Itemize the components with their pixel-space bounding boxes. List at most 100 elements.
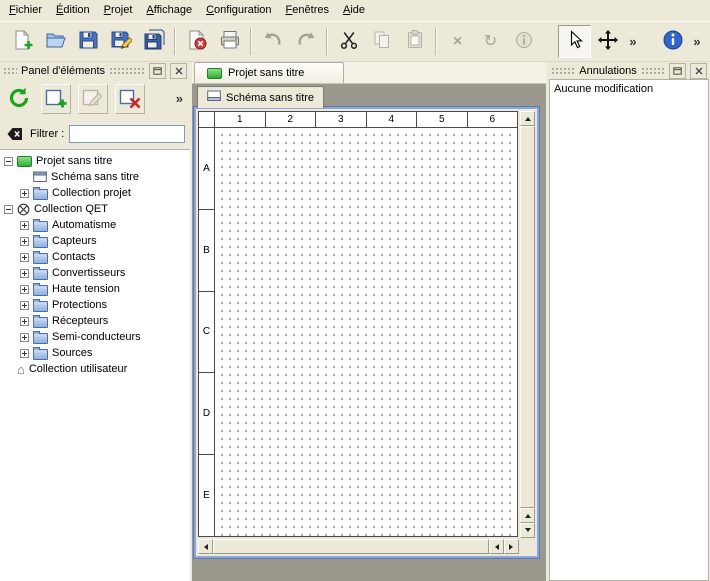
scroll-left-button-2[interactable]: [489, 539, 504, 554]
tree-item-collection-projet[interactable]: Collection projet: [0, 185, 190, 201]
vertical-scrollbar[interactable]: [520, 111, 535, 538]
delete-button[interactable]: ×: [441, 25, 474, 58]
tree-item-convertisseurs[interactable]: Convertisseurs: [0, 265, 190, 281]
dock-float-button[interactable]: [149, 63, 166, 79]
tree-item-collection-utilisateur[interactable]: ⌂ Collection utilisateur: [0, 361, 190, 377]
cut-button[interactable]: [332, 25, 365, 58]
tree-item-sources[interactable]: Sources: [0, 345, 190, 361]
expand-toggle-icon[interactable]: [20, 349, 29, 358]
tab-schema[interactable]: Schéma sans titre: [197, 86, 324, 108]
expand-toggle-icon[interactable]: [20, 301, 29, 310]
reload-collections-button[interactable]: [4, 84, 34, 114]
close-project-button[interactable]: [180, 25, 213, 58]
expand-toggle-icon[interactable]: [20, 317, 29, 326]
qet-collection-icon: [17, 203, 30, 216]
close-icon: [175, 67, 183, 75]
menu-affichage[interactable]: Affichage: [139, 0, 199, 21]
expand-toggle-icon[interactable]: [20, 285, 29, 294]
expand-toggle-icon[interactable]: [20, 269, 29, 278]
paste-button[interactable]: [398, 25, 431, 58]
rotate-button[interactable]: ↻: [474, 25, 507, 58]
expand-toggle-icon[interactable]: [20, 221, 29, 230]
undo-button[interactable]: [256, 25, 289, 58]
column-ruler: 1 2 3 4 5 6: [215, 112, 517, 128]
collapse-toggle-icon[interactable]: [4, 157, 13, 166]
tree-item-contacts[interactable]: Contacts: [0, 249, 190, 265]
toolbar-overflow-button-2[interactable]: »: [689, 25, 705, 58]
menu-configuration[interactable]: Configuration: [199, 0, 278, 21]
tree-item-schema[interactable]: Schéma sans titre: [0, 169, 190, 185]
edit-element-button[interactable]: [78, 84, 108, 114]
dock-close-button[interactable]: [690, 63, 707, 79]
save-button[interactable]: [71, 25, 104, 58]
column-header: 3: [316, 112, 367, 127]
dock-titlebar[interactable]: Panel d'éléments: [0, 62, 190, 79]
delete-icon: ×: [453, 34, 462, 50]
select-mode-button[interactable]: [558, 25, 591, 58]
menu-edition[interactable]: Édition: [49, 0, 97, 21]
new-element-button[interactable]: [41, 84, 71, 114]
dock-float-button[interactable]: [669, 63, 686, 79]
column-header: 6: [468, 112, 518, 127]
tree-item-project[interactable]: Projet sans titre: [0, 153, 190, 169]
tab-project[interactable]: Projet sans titre: [194, 62, 344, 83]
save-all-button[interactable]: [137, 25, 170, 58]
open-project-button[interactable]: [38, 25, 71, 58]
tree-item-automatisme[interactable]: Automatisme: [0, 217, 190, 233]
dock-close-button[interactable]: [170, 63, 187, 79]
expand-toggle-icon[interactable]: [20, 189, 29, 198]
dock-titlebar[interactable]: Annulations: [548, 62, 710, 79]
close-icon: [695, 67, 703, 75]
tree-item-semi-conducteurs[interactable]: Semi-conducteurs: [0, 329, 190, 345]
save-icon: [77, 29, 99, 54]
schema-icon: [33, 171, 47, 183]
tree-item-label: Sources: [52, 347, 92, 359]
new-document-button[interactable]: [5, 25, 38, 58]
clear-filter-button[interactable]: [5, 125, 25, 143]
panel-overflow-button[interactable]: »: [173, 92, 186, 106]
scroll-right-button[interactable]: [504, 539, 519, 554]
element-info-button[interactable]: [507, 25, 540, 58]
expand-toggle-icon[interactable]: [20, 333, 29, 342]
scroll-left-button[interactable]: [198, 539, 213, 554]
expand-toggle-icon[interactable]: [20, 253, 29, 262]
vertical-scroll-thumb[interactable]: [520, 126, 535, 508]
undo-history-list[interactable]: Aucune modification: [549, 79, 709, 581]
scroll-down-button[interactable]: [520, 523, 535, 538]
tree-item-recepteurs[interactable]: Récepteurs: [0, 313, 190, 329]
save-as-button[interactable]: [104, 25, 137, 58]
triangle-right-icon: [509, 544, 516, 550]
delete-element-button[interactable]: [115, 84, 145, 114]
delete-element-icon: [118, 86, 142, 113]
menu-projet[interactable]: Projet: [97, 0, 140, 21]
toolbar-overflow-button[interactable]: »: [624, 25, 642, 58]
horizontal-scrollbar[interactable]: [198, 539, 519, 554]
menu-fichier[interactable]: Fichier: [2, 0, 49, 21]
redo-button[interactable]: [289, 25, 322, 58]
tree-item-capteurs[interactable]: Capteurs: [0, 233, 190, 249]
print-button[interactable]: [213, 25, 246, 58]
horizontal-scroll-thumb[interactable]: [213, 539, 489, 554]
collapse-toggle-icon[interactable]: [4, 205, 13, 214]
filter-input[interactable]: [69, 125, 185, 143]
dock-grip: [641, 67, 665, 75]
folder-icon: [33, 266, 48, 280]
print-icon: [219, 29, 241, 54]
scroll-up-button[interactable]: [520, 111, 535, 126]
expand-toggle-icon[interactable]: [20, 237, 29, 246]
project-information-button[interactable]: [656, 25, 689, 58]
tree-item-protections[interactable]: Protections: [0, 297, 190, 313]
menu-bar: Fichier Édition Projet Affichage Configu…: [0, 0, 710, 21]
chevron-right-icon: »: [626, 35, 639, 48]
copy-button[interactable]: [365, 25, 398, 58]
menu-aide[interactable]: Aide: [336, 0, 372, 21]
schema-canvas[interactable]: [215, 128, 517, 536]
tree-item-haute-tension[interactable]: Haute tension: [0, 281, 190, 297]
scroll-up-button-2[interactable]: [520, 508, 535, 523]
tree-item-collection-qet[interactable]: Collection QET: [0, 201, 190, 217]
home-icon: ⌂: [17, 363, 25, 376]
pan-mode-button[interactable]: [591, 25, 624, 58]
info-gray-icon: [513, 29, 535, 54]
schema-view-window: 1 2 3 4 5 6 A B C D E: [194, 107, 539, 558]
menu-fenetres[interactable]: Fenêtres: [279, 0, 336, 21]
